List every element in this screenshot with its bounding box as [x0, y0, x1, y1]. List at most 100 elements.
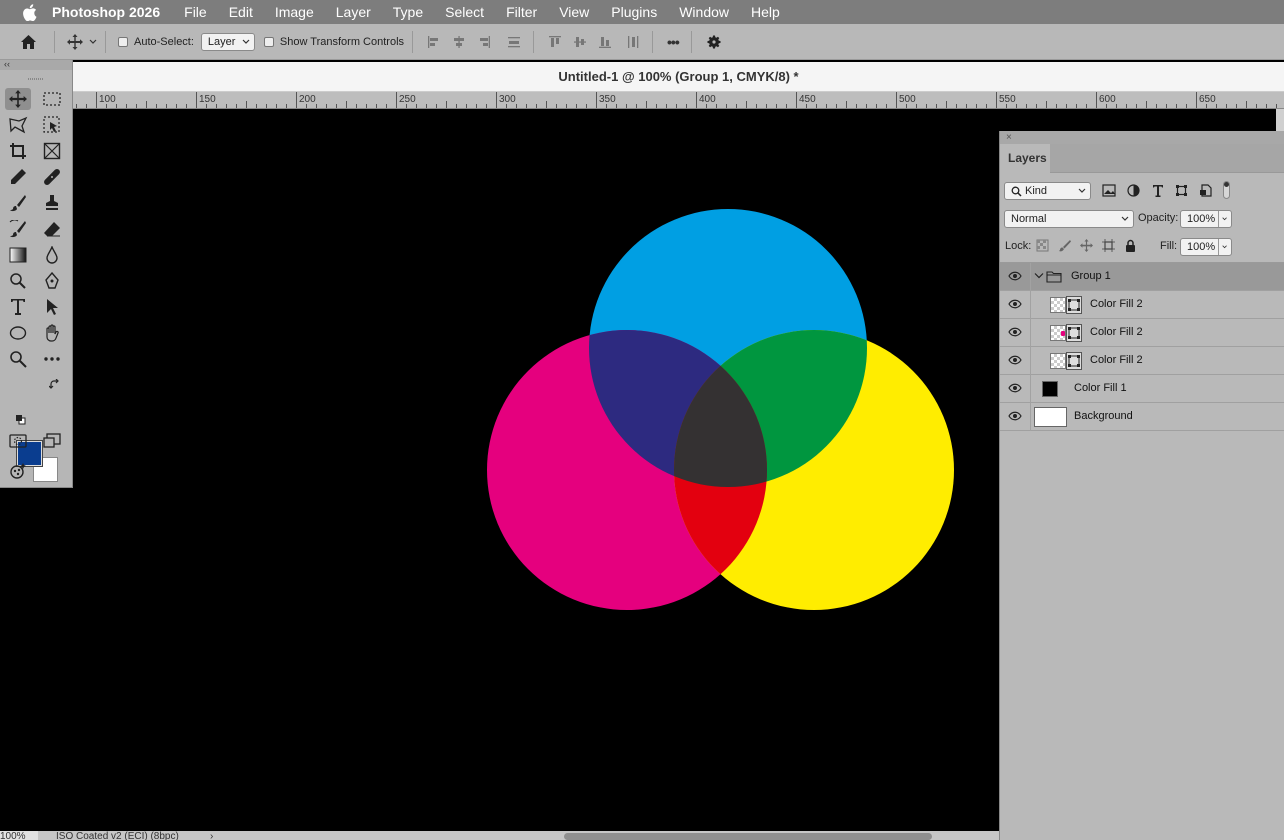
- stamp-tool-button[interactable]: [39, 192, 65, 214]
- type-tool-button[interactable]: [5, 296, 31, 318]
- align-left-icon[interactable]: [423, 32, 445, 52]
- menu-file[interactable]: File: [184, 4, 207, 20]
- align-center-h-icon[interactable]: [448, 32, 470, 52]
- lasso-tool-button[interactable]: [5, 114, 31, 136]
- eraser-tool-button[interactable]: [39, 218, 65, 240]
- distribute-v-icon[interactable]: [622, 32, 644, 52]
- toolbox-header[interactable]: ‹‹: [0, 60, 72, 70]
- lock-pixels-icon[interactable]: [1058, 239, 1071, 255]
- layer-row-background[interactable]: Background: [1000, 403, 1284, 431]
- close-panel-icon[interactable]: ×: [1006, 132, 1012, 143]
- menu-type[interactable]: Type: [393, 4, 423, 20]
- ruler-tick: [1016, 104, 1017, 108]
- tool-preset-chevron-icon[interactable]: [87, 36, 99, 48]
- horizontal-scrollbar[interactable]: [564, 833, 932, 840]
- filter-shape-icon[interactable]: [1175, 184, 1188, 200]
- menu-window[interactable]: Window: [679, 4, 729, 20]
- move-tool-button[interactable]: [5, 88, 31, 110]
- menu-plugins[interactable]: Plugins: [611, 4, 657, 20]
- default-colors-icon[interactable]: [15, 412, 26, 430]
- marquee-tool-button[interactable]: [39, 88, 65, 110]
- eye-icon[interactable]: [1008, 327, 1022, 340]
- status-arrow[interactable]: ›: [210, 831, 213, 840]
- lock-transparent-icon[interactable]: [1036, 239, 1049, 255]
- filter-smart-object-icon[interactable]: [1199, 184, 1212, 200]
- screen-mode-button[interactable]: [39, 430, 65, 452]
- app-name-menu[interactable]: Photoshop 2026: [52, 4, 160, 20]
- opacity-field[interactable]: 100%: [1180, 210, 1232, 228]
- pen-tool-button[interactable]: [39, 270, 65, 292]
- horizontal-ruler[interactable]: 1001502002503003504004505005506006507007…: [73, 92, 1284, 109]
- hand-tool-button[interactable]: [39, 322, 65, 344]
- frame-tool-button[interactable]: [39, 140, 65, 162]
- menu-filter[interactable]: Filter: [506, 4, 537, 20]
- layer-row-color-fill-1[interactable]: Color Fill 1: [1000, 375, 1284, 403]
- filter-adjustment-icon[interactable]: [1127, 184, 1140, 200]
- ruler-label: 600: [1099, 94, 1116, 105]
- brush-tool-button[interactable]: [5, 192, 31, 214]
- eye-icon[interactable]: [1008, 299, 1022, 312]
- collapse-toolbox-icon[interactable]: ‹‹: [4, 59, 10, 69]
- eye-icon[interactable]: [1008, 383, 1022, 396]
- lock-all-icon[interactable]: [1125, 239, 1136, 255]
- swap-colors-icon[interactable]: [48, 378, 61, 396]
- auto-select-dropdown[interactable]: Layer: [200, 32, 255, 51]
- ruler-tick: [876, 104, 877, 108]
- zoom-tool-button[interactable]: [5, 348, 31, 370]
- move-tool-icon[interactable]: [65, 32, 85, 52]
- gradient-tool-button[interactable]: [5, 244, 31, 266]
- quick-mask-button[interactable]: [5, 430, 31, 452]
- edit-toolbar-button[interactable]: [39, 348, 65, 370]
- document-tab[interactable]: Untitled-1 @ 100% (Group 1, CMYK/8) *: [73, 62, 1284, 92]
- shape-tool-button[interactable]: [5, 322, 31, 344]
- path-selection-tool-button[interactable]: [39, 296, 65, 318]
- align-right-icon[interactable]: [473, 32, 495, 52]
- menu-edit[interactable]: Edit: [229, 4, 253, 20]
- move-icon: [9, 90, 27, 108]
- align-middle-v-icon[interactable]: [569, 32, 591, 52]
- layer-row-color-fill-2[interactable]: Color Fill 2: [1000, 319, 1284, 347]
- home-icon[interactable]: [18, 32, 38, 52]
- apple-logo-icon[interactable]: [20, 3, 38, 21]
- menu-layer[interactable]: Layer: [336, 4, 371, 20]
- layer-row-color-fill-2[interactable]: Color Fill 2: [1000, 291, 1284, 319]
- eye-icon[interactable]: [1008, 271, 1022, 284]
- distribute-icon[interactable]: [503, 32, 525, 52]
- filter-pixel-icon[interactable]: [1102, 184, 1116, 200]
- dodge-tool-button[interactable]: [5, 270, 31, 292]
- tab-layers[interactable]: Layers: [1000, 144, 1050, 173]
- history-brush-tool-button[interactable]: [5, 218, 31, 240]
- filter-kind-dropdown[interactable]: Kind: [1004, 182, 1091, 200]
- object-selection-tool-button[interactable]: [39, 114, 65, 136]
- chevron-down-icon[interactable]: [1034, 271, 1044, 283]
- healing-brush-tool-button[interactable]: [39, 166, 65, 188]
- blend-mode-dropdown[interactable]: Normal: [1004, 210, 1134, 228]
- align-bottom-icon[interactable]: [594, 32, 616, 52]
- eyedropper-tool-button[interactable]: [5, 166, 31, 188]
- lock-position-icon[interactable]: [1080, 239, 1093, 255]
- layer-row-color-fill-2[interactable]: Color Fill 2: [1000, 347, 1284, 375]
- menu-select[interactable]: Select: [445, 4, 484, 20]
- crop-tool-button[interactable]: [5, 140, 31, 162]
- layer-thumbnail: [1050, 297, 1066, 313]
- auto-select-checkbox[interactable]: [118, 36, 128, 47]
- zoom-level[interactable]: 100%: [0, 831, 38, 840]
- fill-field[interactable]: 100%: [1180, 238, 1232, 256]
- menu-help[interactable]: Help: [751, 4, 780, 20]
- generative-fill-button[interactable]: [5, 460, 31, 482]
- pen-icon: [45, 272, 59, 289]
- filter-type-icon[interactable]: [1152, 184, 1164, 200]
- toolbox-grip[interactable]: [0, 70, 72, 80]
- eye-icon[interactable]: [1008, 355, 1022, 368]
- menu-view[interactable]: View: [559, 4, 589, 20]
- eye-icon[interactable]: [1008, 411, 1022, 424]
- gear-icon[interactable]: [704, 32, 724, 52]
- lock-artboard-icon[interactable]: [1102, 239, 1115, 255]
- align-top-icon[interactable]: [544, 32, 566, 52]
- layer-row-group-1[interactable]: Group 1: [1000, 263, 1284, 291]
- more-options-button[interactable]: •••: [667, 34, 680, 50]
- show-transform-checkbox[interactable]: [263, 36, 274, 47]
- blur-tool-button[interactable]: [39, 244, 65, 266]
- filter-toggle[interactable]: [1223, 181, 1230, 199]
- menu-image[interactable]: Image: [275, 4, 314, 20]
